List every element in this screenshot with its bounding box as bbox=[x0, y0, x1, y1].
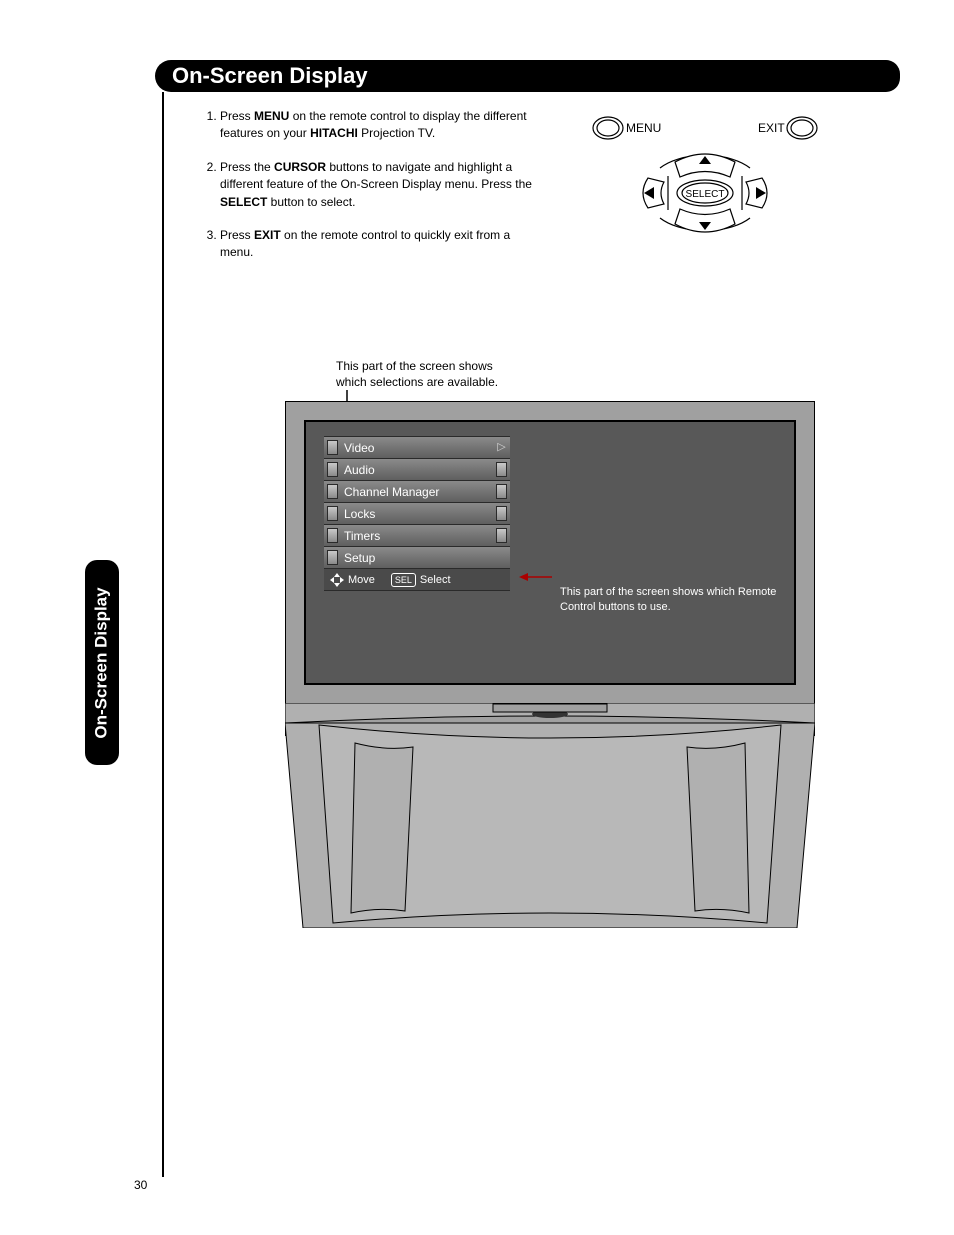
tv-screen: Video ▷ Audio Channel Manager Locks bbox=[304, 420, 796, 685]
section-title: On-Screen Display bbox=[172, 63, 368, 88]
instruction-step-3: Press EXIT on the remote control to quic… bbox=[220, 227, 540, 262]
select-button-label: SELECT bbox=[686, 189, 725, 200]
page-number: 30 bbox=[134, 1178, 147, 1192]
menu-bullet-icon bbox=[327, 506, 338, 521]
osd-menu-item-setup: Setup bbox=[324, 546, 510, 568]
osd-menu-label: Audio bbox=[344, 463, 510, 477]
osd-menu-label: Locks bbox=[344, 507, 510, 521]
menu-button-label: MENU bbox=[626, 121, 661, 135]
exit-button-label: EXIT bbox=[758, 121, 785, 135]
menu-bullet-icon bbox=[327, 440, 338, 455]
osd-hint-bar: Move SEL Select bbox=[324, 568, 510, 591]
menu-bullet-icon bbox=[327, 550, 338, 565]
osd-menu-label: Setup bbox=[344, 551, 510, 565]
menu-bullet-icon bbox=[327, 484, 338, 499]
menu-end-block-icon bbox=[496, 528, 507, 543]
left-speaker-icon bbox=[351, 743, 413, 913]
pointer-arrow-to-hintbar bbox=[519, 569, 552, 579]
osd-menu-item-audio: Audio bbox=[324, 458, 510, 480]
osd-menu-panel: Video ▷ Audio Channel Manager Locks bbox=[324, 436, 510, 591]
menu-button-inner-icon bbox=[597, 120, 619, 136]
osd-menu-item-channel-manager: Channel Manager bbox=[324, 480, 510, 502]
top-caption: This part of the screen shows which sele… bbox=[336, 358, 526, 390]
menu-end-block-icon bbox=[496, 462, 507, 477]
sel-pill-icon: SEL bbox=[391, 573, 416, 587]
osd-menu-label: Timers bbox=[344, 529, 510, 543]
hint-select-label: Select bbox=[420, 574, 451, 586]
right-caption: This part of the screen shows which Remo… bbox=[560, 585, 785, 616]
instruction-step-1: Press MENU on the remote control to disp… bbox=[220, 108, 540, 143]
chevron-right-icon: ▷ bbox=[496, 442, 507, 453]
instruction-step-2: Press the CURSOR buttons to navigate and… bbox=[220, 159, 540, 211]
front-panel-strip-icon bbox=[493, 704, 607, 712]
osd-menu-item-video: Video ▷ bbox=[324, 436, 510, 458]
menu-bullet-icon bbox=[327, 528, 338, 543]
side-tab: On-Screen Display bbox=[85, 560, 119, 765]
cursor-arrows-icon bbox=[330, 573, 344, 587]
manual-page: On-Screen Display On-Screen Display 30 P… bbox=[0, 0, 954, 1235]
exit-button-inner-icon bbox=[791, 120, 813, 136]
side-tab-label: On-Screen Display bbox=[92, 587, 112, 738]
section-header: On-Screen Display bbox=[160, 60, 900, 92]
instruction-list: Press MENU on the remote control to disp… bbox=[200, 108, 540, 278]
section-rule-line bbox=[162, 92, 164, 1177]
menu-end-block-icon bbox=[496, 484, 507, 499]
osd-menu-label: Channel Manager bbox=[344, 485, 510, 499]
menu-end-block-icon bbox=[496, 506, 507, 521]
menu-bullet-icon bbox=[327, 462, 338, 477]
osd-menu-item-locks: Locks bbox=[324, 502, 510, 524]
osd-menu-label: Video bbox=[344, 441, 510, 455]
right-speaker-icon bbox=[687, 743, 749, 913]
tv-base-illustration bbox=[285, 703, 815, 928]
remote-control-diagram: MENU EXIT SELECT bbox=[580, 108, 830, 248]
hint-move-label: Move bbox=[348, 574, 375, 586]
osd-menu-item-timers: Timers bbox=[324, 524, 510, 546]
